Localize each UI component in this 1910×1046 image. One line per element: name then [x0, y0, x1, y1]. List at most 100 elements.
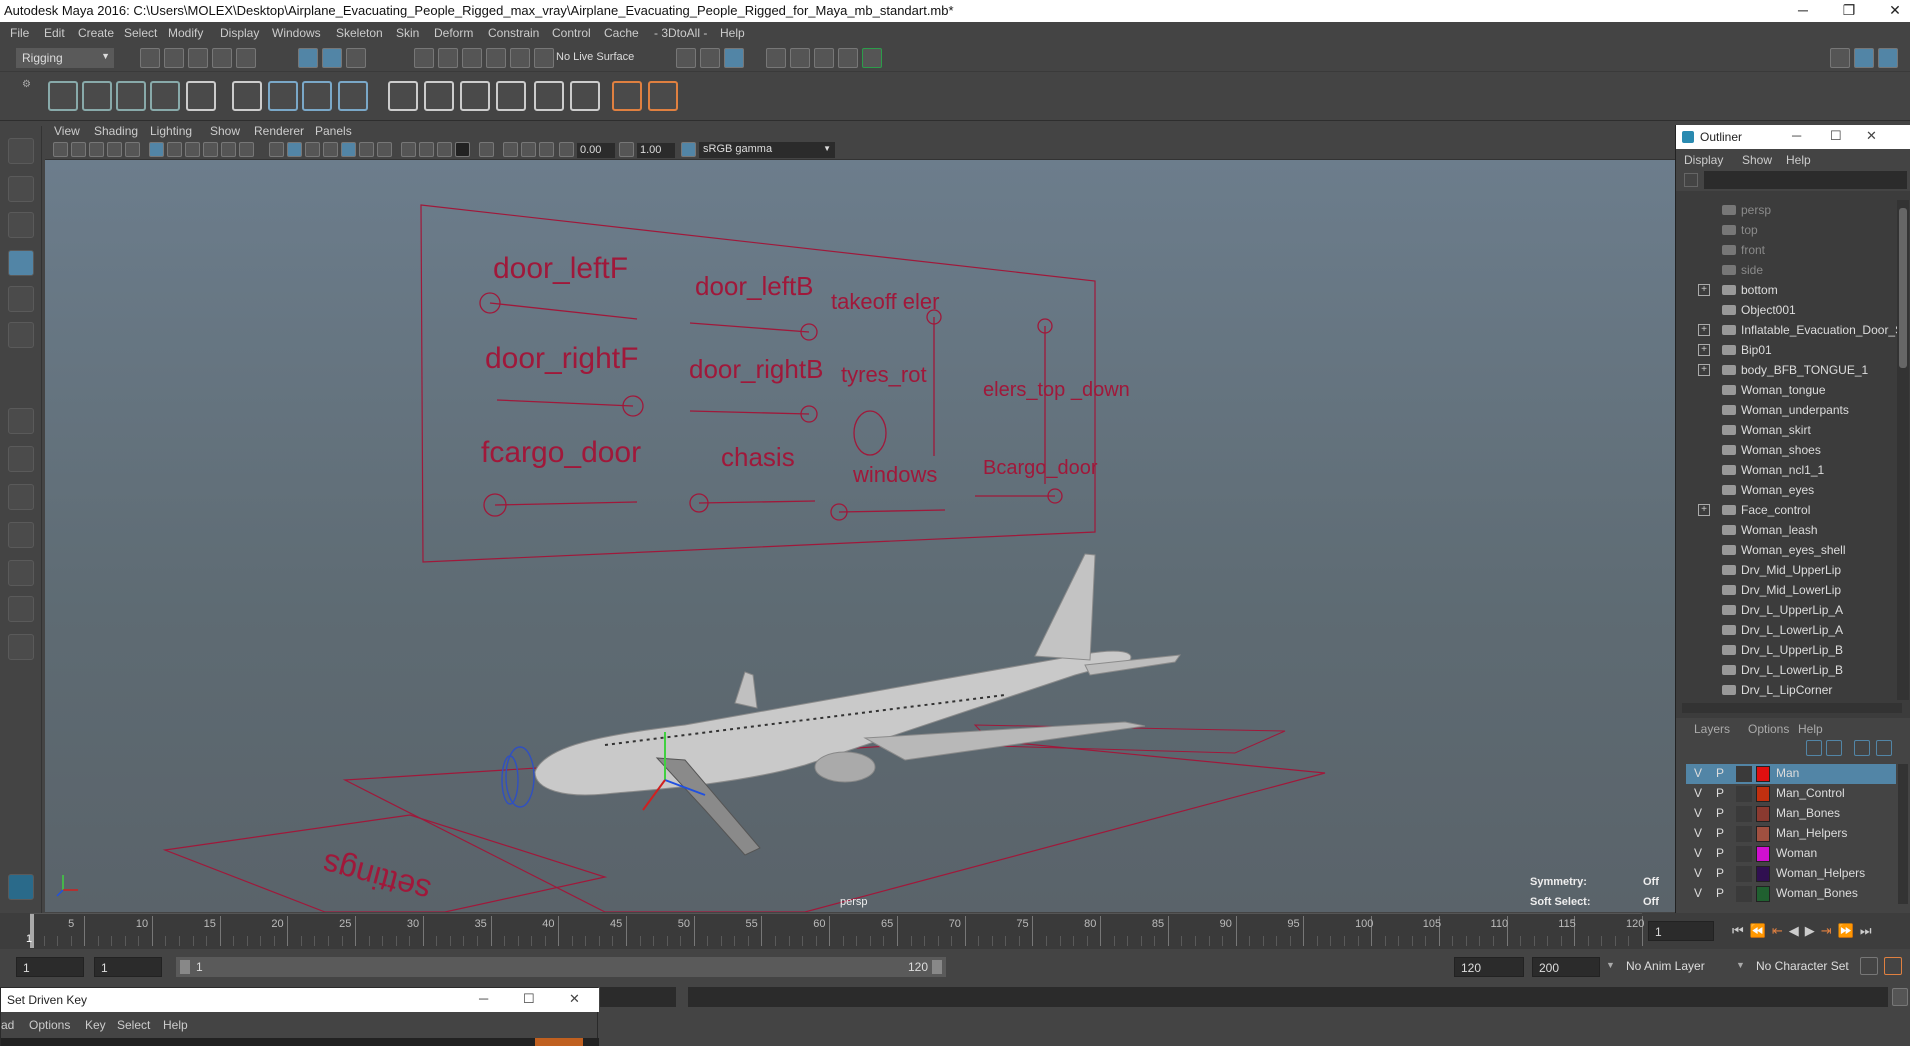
- snap-grid-icon[interactable]: [414, 48, 434, 68]
- detach-skin-icon[interactable]: [496, 81, 526, 111]
- snap-surface-icon[interactable]: [486, 48, 506, 68]
- outliner-scrollbar[interactable]: [1897, 200, 1909, 700]
- safe-action-icon[interactable]: [239, 142, 254, 157]
- outliner-item[interactable]: front: [1676, 240, 1896, 260]
- isolate-select-icon[interactable]: [479, 142, 494, 157]
- layer-color-swatch[interactable]: [1756, 786, 1770, 802]
- outliner-item[interactable]: Woman_ncl1_1: [1676, 460, 1896, 480]
- menu-file[interactable]: File: [10, 26, 29, 40]
- layer-playback-toggle[interactable]: P: [1716, 886, 1724, 900]
- layer-color-swatch[interactable]: [1756, 766, 1770, 782]
- gamma-icon[interactable]: [619, 142, 634, 157]
- xray-joints-icon[interactable]: [503, 142, 518, 157]
- outliner-item[interactable]: Woman_leash: [1676, 520, 1896, 540]
- output-ops-icon[interactable]: [700, 48, 720, 68]
- time-slider[interactable]: 5 10 15 20 25 30 35 40 45 50 55 60 65 70 75 80 85 90 95 100…: [0, 913, 1910, 949]
- outliner-close-button[interactable]: ✕: [1866, 128, 1877, 144]
- outliner-item[interactable]: Drv_L_LipCorner: [1676, 680, 1896, 700]
- minimize-button[interactable]: ─: [1780, 0, 1826, 22]
- range-start-handle[interactable]: [180, 960, 190, 974]
- cluster-icon[interactable]: [232, 81, 262, 111]
- new-scene-icon[interactable]: [140, 48, 160, 68]
- chevron-down-icon[interactable]: ▼: [1606, 960, 1615, 970]
- color-space-dropdown[interactable]: sRGB gamma ▼: [699, 142, 835, 158]
- layer-type-toggle[interactable]: [1736, 786, 1752, 802]
- layer-type-toggle[interactable]: [1736, 866, 1752, 882]
- ambient-occlusion-icon[interactable]: [401, 142, 416, 157]
- outliner-search-input[interactable]: [1704, 171, 1907, 189]
- outliner-item[interactable]: + Inflatable_Evacuation_Door_S: [1676, 320, 1903, 340]
- script-editor-icon[interactable]: [1892, 988, 1908, 1006]
- point-constraint-icon[interactable]: [534, 81, 564, 111]
- layer-playback-toggle[interactable]: P: [1716, 766, 1724, 780]
- layer-visibility-toggle[interactable]: V: [1694, 766, 1702, 780]
- restore-button[interactable]: ❐: [1826, 0, 1872, 22]
- select-camera-icon[interactable]: [53, 142, 68, 157]
- select-hierarchy-icon[interactable]: [298, 48, 318, 68]
- go-to-start-icon[interactable]: ⏮: [1732, 923, 1750, 938]
- viewport-menu-view[interactable]: View: [54, 124, 80, 138]
- hypershade-icon[interactable]: [838, 48, 858, 68]
- snap-view-icon[interactable]: [510, 48, 530, 68]
- layer-color-swatch[interactable]: [1756, 866, 1770, 882]
- bind-skin-icon[interactable]: [388, 81, 418, 111]
- layer-color-swatch[interactable]: [1756, 886, 1770, 902]
- layer-row[interactable]: V P Woman_Helpers: [1686, 864, 1896, 884]
- resolution-gate-icon[interactable]: [185, 142, 200, 157]
- layer-color-swatch[interactable]: [1756, 806, 1770, 822]
- auto-key-icon[interactable]: [1860, 957, 1878, 975]
- snap-point-icon[interactable]: [462, 48, 482, 68]
- image-plane-icon[interactable]: [107, 142, 122, 157]
- expand-icon[interactable]: +: [1698, 504, 1710, 516]
- outliner-item[interactable]: Woman_eyes_shell: [1676, 540, 1896, 560]
- layers-scrollbar[interactable]: [1898, 764, 1908, 904]
- expand-icon[interactable]: +: [1698, 324, 1710, 336]
- ipr-render-icon[interactable]: [790, 48, 810, 68]
- menu-edit[interactable]: Edit: [44, 26, 65, 40]
- single-perspective-icon[interactable]: [8, 408, 34, 434]
- layer-color-swatch[interactable]: [1756, 846, 1770, 862]
- exposure-icon[interactable]: [559, 142, 574, 157]
- layer-visibility-toggle[interactable]: V: [1694, 826, 1702, 840]
- outliner-item[interactable]: Woman_shoes: [1676, 440, 1896, 460]
- color-management-icon[interactable]: [681, 142, 696, 157]
- layer-type-toggle[interactable]: [1736, 806, 1752, 822]
- aim-constraint-icon[interactable]: [570, 81, 600, 111]
- play-backward-icon[interactable]: ◀: [1789, 923, 1805, 938]
- outliner-item[interactable]: top: [1676, 220, 1896, 240]
- bookmark-icon[interactable]: [89, 142, 104, 157]
- layer-row[interactable]: V P Woman: [1686, 844, 1896, 864]
- outliner-scroll-thumb[interactable]: [1899, 208, 1907, 368]
- play-forward-icon[interactable]: ▶: [1805, 923, 1821, 938]
- outliner-menu-show[interactable]: Show: [1742, 153, 1772, 167]
- layer-row[interactable]: V P Man: [1686, 764, 1896, 784]
- outliner-maximize-button[interactable]: ☐: [1830, 128, 1842, 144]
- film-gate-icon[interactable]: [167, 142, 182, 157]
- menu-3dtoall[interactable]: - 3DtoAll -: [654, 26, 707, 40]
- outliner-item[interactable]: Drv_L_LowerLip_A: [1676, 620, 1896, 640]
- toggle-modeling-toolkit-icon[interactable]: [1830, 48, 1850, 68]
- textured-icon[interactable]: [323, 142, 338, 157]
- layer-row[interactable]: V P Man_Helpers: [1686, 824, 1896, 844]
- four-view-icon[interactable]: [8, 446, 34, 472]
- paint-select-icon[interactable]: [8, 212, 34, 238]
- toggle-channel-box-icon[interactable]: [1878, 48, 1898, 68]
- expand-icon[interactable]: +: [1698, 284, 1710, 296]
- layer-visibility-toggle[interactable]: V: [1694, 846, 1702, 860]
- construction-history-icon[interactable]: [724, 48, 744, 68]
- shadows-icon[interactable]: [377, 142, 392, 157]
- range-slider[interactable]: 1 120: [176, 957, 946, 977]
- backface-icon[interactable]: [539, 142, 554, 157]
- camera-attributes-icon[interactable]: [71, 142, 86, 157]
- sdk-menu-help[interactable]: Help: [163, 1018, 188, 1032]
- step-forward-key-icon[interactable]: ⇥: [1821, 923, 1838, 938]
- wireframe-icon[interactable]: [269, 142, 284, 157]
- sdk-close-button[interactable]: ✕: [569, 991, 580, 1007]
- viewport-menu-show[interactable]: Show: [210, 124, 240, 138]
- persp-graph-icon[interactable]: [8, 522, 34, 548]
- chevron-down-icon[interactable]: ▼: [1736, 960, 1745, 970]
- outliner-item[interactable]: + body_BFB_TONGUE_1: [1676, 360, 1896, 380]
- sdk-minimize-button[interactable]: ─: [479, 991, 488, 1006]
- menu-skin[interactable]: Skin: [396, 26, 419, 40]
- layer-visibility-toggle[interactable]: V: [1694, 786, 1702, 800]
